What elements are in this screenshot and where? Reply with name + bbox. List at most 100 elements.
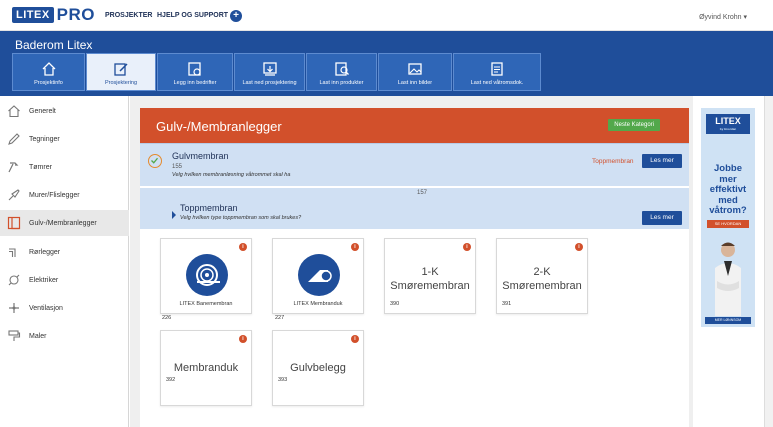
product-card-gulvbelegg[interactable]: i Gulvbelegg 393 — [272, 330, 364, 406]
step-load-products[interactable]: Last inn produkter — [306, 53, 377, 91]
step-label: Prosjektering — [104, 80, 138, 86]
floor-icon — [7, 216, 21, 230]
step-add-companies[interactable]: Legg inn bedrifter — [157, 53, 233, 91]
fan-icon — [9, 303, 19, 313]
plus-circle-icon[interactable]: + — [230, 10, 242, 22]
card-id: 393 — [278, 377, 288, 383]
question-subtitle: Velg hvilken membranløsning våtrommet sk… — [172, 172, 291, 178]
info-icon[interactable]: i — [351, 243, 359, 251]
user-name: Øyvind Krohn — [699, 14, 742, 21]
project-title: Baderom Litex — [15, 38, 93, 52]
question-row-floor-membrane[interactable]: Gulvmembran 155 Velg hvilken membranløsn… — [140, 143, 689, 186]
card-id: 227 — [275, 315, 285, 321]
worker-person-image — [715, 242, 741, 316]
card-label: Gulvbelegg — [290, 362, 346, 374]
check-circle-icon — [148, 154, 162, 168]
fabric-roll-icon — [298, 254, 340, 296]
info-icon[interactable]: i — [463, 243, 471, 251]
step-load-images[interactable]: Last inn bilder — [378, 53, 452, 91]
product-card-membranduk-litex[interactable]: i LITEX Membranduk — [272, 238, 364, 314]
category-header: Gulv-/Membranlegger Neste Kategori — [140, 108, 689, 143]
ad-cta-button[interactable]: SE HVORDAN — [707, 220, 749, 228]
product-card-1k-smoremembran[interactable]: i 1-K Smøremembran 390 — [384, 238, 476, 314]
pipe-icon — [9, 248, 16, 257]
info-icon[interactable]: i — [239, 243, 247, 251]
ad-footer: MER LØNNSOM — [705, 317, 751, 324]
ad-line: våtrom? — [709, 205, 747, 216]
step-label: Last inn produkter — [319, 80, 364, 86]
step-engineering[interactable]: Prosjektering — [86, 53, 156, 91]
sidebar-item-ventilation[interactable]: Ventilasjon — [0, 295, 129, 321]
step-project-info[interactable]: Prosjektinfo — [12, 53, 85, 91]
page-scrollbar[interactable] — [764, 96, 773, 427]
card-label: LITEX Banemembran — [179, 301, 233, 307]
roller-icon — [8, 330, 21, 341]
sidebar-item-electrician[interactable]: Elektriker — [0, 267, 129, 293]
question-title: Toppmembran — [180, 203, 238, 213]
card-label: Membranduk — [173, 362, 239, 374]
next-category-button[interactable]: Neste Kategori — [608, 119, 660, 131]
step-label: Prosjektinfo — [34, 80, 63, 86]
caret-right-icon — [172, 211, 176, 219]
step-label: Last ned prosjektering — [242, 80, 297, 86]
question-subtitle: Velg hvilken type toppmembran som skal b… — [180, 215, 302, 221]
card-id: 226 — [162, 315, 172, 321]
question-id: 157 — [417, 190, 428, 196]
sidebar-item-general[interactable]: Generelt — [0, 98, 129, 124]
category-title: Gulv-/Membranlegger — [156, 119, 282, 134]
step-navigation: Prosjektinfo Prosjektering Legg inn bedr… — [12, 53, 542, 91]
pencil-icon — [8, 133, 20, 145]
sidebar-item-painter[interactable]: Maler — [0, 323, 129, 349]
nav-projects[interactable]: PROSJEKTER — [105, 12, 152, 19]
product-card-membranduk[interactable]: i Membranduk 392 — [160, 330, 252, 406]
plug-icon — [8, 274, 20, 286]
step-download-wetroom-doc[interactable]: Last ned våtromsdok. — [453, 53, 541, 91]
sidebar-item-label: Murer/Flislegger — [29, 191, 80, 199]
sidebar-item-label: Tegninger — [29, 135, 60, 143]
step-label: Last inn bilder — [397, 80, 433, 86]
card-label-line: 1-K — [421, 266, 439, 278]
main-content: Gulv-/Membranlegger Neste Kategori Gulvm… — [130, 96, 693, 427]
ad-line: effektivt — [709, 184, 747, 195]
read-more-button[interactable]: Les mer — [642, 211, 682, 225]
company-icon — [188, 62, 201, 76]
selected-answer-tag: Toppmembran — [592, 158, 634, 165]
trade-sidebar: Generelt Tegninger Tømrer Murer/Flislegg… — [0, 96, 129, 427]
ad-headline: Jobbe mer effektivt med våtrom? — [704, 163, 752, 217]
download-icon — [262, 62, 277, 76]
card-id: 390 — [390, 301, 400, 307]
trowel-icon — [8, 189, 20, 201]
sidebar-item-plumber[interactable]: Rørlegger — [0, 239, 129, 265]
read-more-button[interactable]: Les mer — [642, 154, 682, 168]
sidebar-item-floor-membrane[interactable]: Gulv-/Membranlegger — [0, 210, 129, 236]
sidebar-item-carpenter[interactable]: Tømrer — [0, 154, 129, 180]
images-icon — [408, 63, 422, 75]
product-card-2k-smoremembran[interactable]: i 2-K Smøremembran 391 — [496, 238, 588, 314]
sidebar-item-label: Tømrer — [29, 163, 52, 171]
hammer-icon — [8, 162, 19, 173]
logo-text: LITEX — [12, 7, 54, 23]
user-menu[interactable]: Øyvind Krohn ▾ — [699, 13, 747, 21]
products-icon — [334, 62, 349, 76]
info-icon[interactable]: i — [351, 335, 359, 343]
sidebar-item-drawings[interactable]: Tegninger — [0, 126, 129, 152]
litex-pro-logo[interactable]: LITEX PRO — [12, 5, 95, 25]
question-row-top-membrane[interactable]: 157 Toppmembran Velg hvilken type toppme… — [140, 188, 689, 229]
card-id: 391 — [502, 301, 512, 307]
project-header: Baderom Litex Prosjektinfo Prosjektering… — [0, 31, 773, 96]
step-download-engineering[interactable]: Last ned prosjektering — [234, 53, 305, 91]
product-card-banemembran[interactable]: i LITEX Banemembran — [160, 238, 252, 314]
ad-logo: LITEX by Hvordan — [706, 114, 750, 134]
category-panel: Gulv-/Membranlegger Neste Kategori Gulvm… — [140, 108, 689, 427]
nav-help-support[interactable]: HJELP OG SUPPORT — [157, 12, 228, 19]
info-icon[interactable]: i — [239, 335, 247, 343]
step-label: Legg inn bedrifter — [173, 80, 217, 86]
sidebar-item-label: Elektriker — [29, 276, 59, 284]
sidebar-item-label: Ventilasjon — [29, 304, 63, 312]
sidebar-item-mason-tiler[interactable]: Murer/Flislegger — [0, 182, 129, 208]
info-icon[interactable]: i — [575, 243, 583, 251]
card-label-line: Smøremembran — [502, 280, 582, 292]
roll-icon — [186, 254, 228, 296]
card-id: 392 — [166, 377, 176, 383]
advertisement-banner[interactable]: LITEX by Hvordan Jobbe mer effektivt med… — [701, 108, 755, 327]
